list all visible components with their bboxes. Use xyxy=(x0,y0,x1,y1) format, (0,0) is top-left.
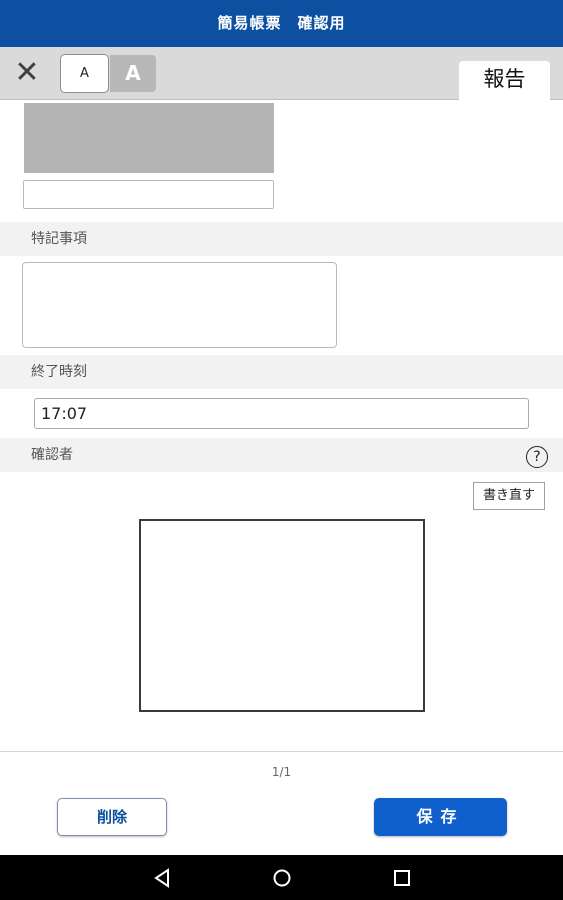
back-icon[interactable] xyxy=(152,867,174,889)
help-icon[interactable]: ? xyxy=(526,446,548,468)
tab-report[interactable]: 報告 xyxy=(459,61,550,101)
close-icon[interactable]: ✕ xyxy=(12,58,42,88)
image-caption-field[interactable] xyxy=(23,180,274,209)
confirmer-section-header: 確認者 xyxy=(0,438,563,472)
attached-image[interactable] xyxy=(24,103,274,173)
delete-button[interactable]: 削除 xyxy=(57,798,167,836)
save-button[interactable]: 保存 xyxy=(374,798,507,836)
notes-section-header: 特記事項 xyxy=(0,222,563,256)
page-title: 簡易帳票 確認用 xyxy=(0,0,563,47)
page-indicator: 1/1 xyxy=(271,765,292,779)
rewrite-button[interactable]: 書き直す xyxy=(473,482,545,510)
home-icon[interactable] xyxy=(271,867,293,889)
recents-icon[interactable] xyxy=(391,867,413,889)
end-time-field[interactable]: 17:07 xyxy=(34,398,529,429)
font-size-small-button[interactable]: A xyxy=(60,54,109,93)
notes-textarea[interactable] xyxy=(22,262,337,348)
end-time-section-header: 終了時刻 xyxy=(0,355,563,389)
signature-pad[interactable] xyxy=(139,519,425,712)
divider xyxy=(0,751,563,752)
font-size-large-button[interactable]: A xyxy=(110,55,156,92)
